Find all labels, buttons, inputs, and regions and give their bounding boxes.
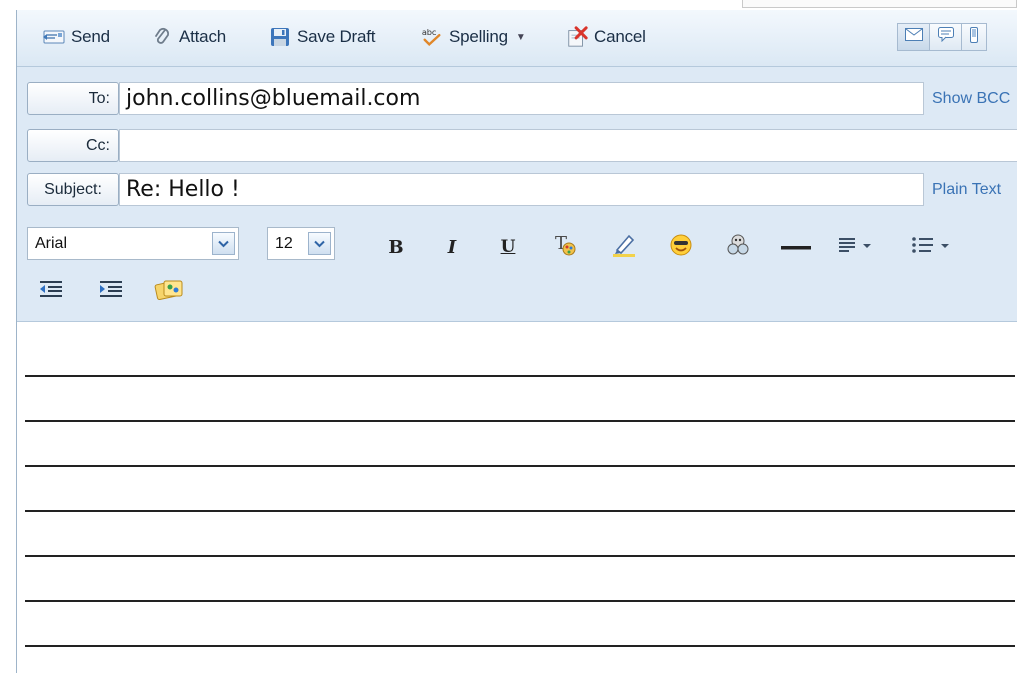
text-color-icon: T (553, 232, 579, 263)
to-button[interactable]: To: (27, 82, 119, 115)
align-button[interactable] (837, 232, 879, 262)
list-icon (911, 235, 955, 260)
mobile-mode-button[interactable] (961, 23, 987, 51)
mobile-mode-icon (970, 26, 978, 48)
writing-line (25, 555, 1015, 557)
plain-text-link[interactable]: Plain Text (932, 181, 1001, 199)
emoticon-button[interactable] (666, 232, 696, 262)
highlight-button[interactable] (609, 232, 639, 262)
italic-label: I (447, 236, 457, 258)
spellcheck-icon: abc (421, 26, 443, 48)
send-icon (43, 26, 65, 48)
horizontal-rule-button[interactable] (779, 232, 813, 262)
floppy-disk-icon (269, 26, 291, 48)
writing-line (25, 375, 1015, 377)
chat-mode-button[interactable] (929, 23, 962, 51)
cancel-label: Cancel (594, 27, 646, 46)
chevron-down-icon: ▼ (515, 31, 526, 43)
outdent-button[interactable] (37, 276, 65, 306)
indent-button[interactable] (97, 276, 125, 306)
cc-label: Cc: (86, 136, 110, 154)
show-bcc-link[interactable]: Show BCC (932, 90, 1010, 108)
send-label: Send (71, 27, 110, 46)
save-draft-button[interactable]: Save Draft (269, 23, 376, 51)
attach-label: Attach (179, 27, 226, 46)
send-button[interactable]: Send (43, 23, 110, 51)
top-strip-edge (742, 0, 1017, 8)
compose-window: Send Attach Save Draft abc Spelling ▼ Ca… (16, 10, 1017, 673)
stationery-icon (154, 277, 186, 306)
list-button[interactable] (911, 232, 955, 262)
attach-button[interactable]: Attach (151, 23, 226, 51)
message-body[interactable] (17, 322, 1017, 673)
compose-toolbar: Send Attach Save Draft abc Spelling ▼ Ca… (17, 10, 1017, 67)
highlighter-icon (611, 232, 637, 263)
bold-label: B (388, 236, 404, 258)
spelling-label: Spelling (449, 27, 508, 46)
svg-text:abc: abc (422, 27, 437, 37)
chat-mode-icon (937, 27, 954, 47)
cc-button[interactable]: Cc: (27, 129, 119, 162)
horizontal-rule-icon (781, 238, 811, 256)
compose-mode-group (897, 23, 987, 51)
insert-image-icon (725, 233, 751, 262)
cancel-button[interactable]: Cancel (566, 23, 646, 51)
font-family-value: Arial (35, 234, 68, 252)
writing-line (25, 420, 1015, 422)
font-family-select[interactable]: Arial (27, 227, 239, 260)
underline-button[interactable]: U (495, 232, 521, 262)
cc-field[interactable] (119, 129, 1017, 162)
emoticon-icon (669, 233, 693, 262)
paperclip-icon (151, 26, 173, 48)
writing-line (25, 510, 1015, 512)
indent-icon (99, 280, 123, 303)
save-draft-label: Save Draft (297, 27, 376, 46)
writing-line (25, 600, 1015, 602)
align-icon (837, 235, 879, 260)
chevron-down-icon (212, 232, 235, 255)
to-field[interactable]: john.collins@bluemail.com (119, 82, 924, 115)
spelling-button[interactable]: abc Spelling ▼ (421, 23, 526, 51)
italic-button[interactable]: I (439, 232, 465, 262)
cancel-icon (566, 26, 588, 48)
subject-label: Subject: (44, 180, 102, 198)
bold-button[interactable]: B (383, 232, 409, 262)
underline-label: U (500, 237, 516, 257)
font-size-select[interactable]: 12 (267, 227, 335, 260)
writing-line (25, 465, 1015, 467)
top-strip (0, 0, 1017, 10)
subject-field[interactable]: Re: Hello ! (119, 173, 924, 206)
email-mode-icon (904, 28, 923, 46)
font-size-value: 12 (275, 234, 293, 252)
text-color-button[interactable]: T (551, 232, 581, 262)
outdent-icon (39, 280, 63, 303)
subject-button: Subject: (27, 173, 119, 206)
stationery-button[interactable] (153, 276, 187, 306)
insert-image-button[interactable] (723, 232, 753, 262)
writing-line (25, 645, 1015, 647)
email-mode-button[interactable] (897, 23, 930, 51)
chevron-down-icon (308, 232, 331, 255)
to-label: To: (88, 89, 110, 107)
